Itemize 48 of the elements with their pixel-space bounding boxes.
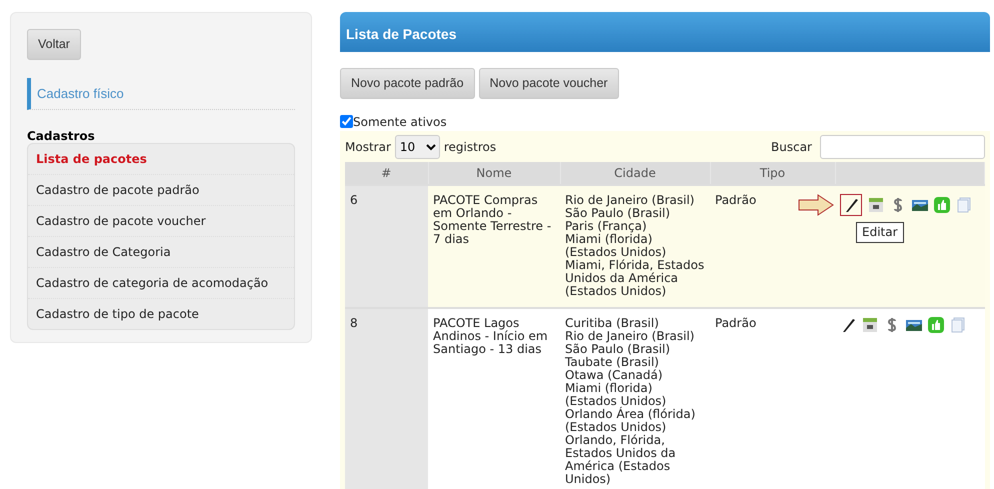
column-header[interactable]: Cidade [560, 162, 710, 185]
table-cell: Padrão [710, 308, 835, 489]
checkbox[interactable] [340, 115, 353, 128]
city-text: Orlando, Flórida, Estados Unidos da América (Estados Unidos) [565, 434, 677, 486]
city-text: Curitiba (Brasil) [565, 316, 660, 330]
pen-icon[interactable] [840, 316, 856, 333]
table-cell: PACOTE Lagos Andinos - Início em Santiago - 13 dias [428, 308, 560, 489]
new-button[interactable]: Novo pacote padrão [340, 68, 475, 99]
search-field[interactable] [820, 134, 985, 159]
table-cell: 8 [345, 308, 428, 489]
city-text: Rio de Janeiro (Brasil) [565, 330, 696, 343]
menu-item[interactable]: Cadastro de categoria de acomodação [28, 268, 294, 300]
city-text: São Paulo (Brasil) [565, 342, 670, 356]
column-header[interactable]: Tipo [710, 162, 835, 185]
city-text: Miami (florida) (Estados Unidos) [565, 382, 668, 408]
filter-label: Somente ativos [353, 114, 447, 131]
back-button[interactable]: Voltar [27, 29, 81, 60]
length-label: registros [444, 138, 496, 156]
city-text: Miami, Flórida, Estados Unidos da América (Estados Unidos) [565, 258, 705, 298]
city-text: Rio de Janeiro (Brasil) [565, 194, 696, 207]
city-text: São Paulo (Brasil) [565, 206, 670, 220]
menu-item[interactable]: Cadastro de Categoria [28, 237, 294, 268]
menu-item[interactable]: Cadastro de tipo de pacote [28, 299, 294, 330]
length-select[interactable]: 10 [394, 134, 440, 159]
menu-item[interactable]: Cadastro de pacote padrão [28, 175, 294, 206]
city-text: Otawa (Canadá) [565, 368, 664, 382]
city-text: Taubate (Brasil) [565, 356, 659, 369]
table-cell: 6 [345, 184, 428, 308]
city-text: Miami (florida) (Estados Unidos) [565, 232, 668, 259]
menu-item[interactable]: Cadastro de pacote voucher [28, 206, 294, 238]
menu-item[interactable]: Lista de pacotes [28, 144, 294, 176]
header-bar: Lista de Pacotes [340, 12, 990, 52]
calendar-icon[interactable] [868, 196, 884, 213]
group-title: Cadastros [27, 130, 96, 144]
pointer-arrow-icon [798, 194, 834, 216]
section-title: Cadastro físico [27, 78, 295, 110]
column-header[interactable]: # [345, 162, 428, 185]
calendar-icon[interactable] [862, 316, 878, 333]
active-filter[interactable]: Somente ativos [340, 112, 990, 131]
city-text: Orlando Área (flórida) (Estados Unidos) [565, 408, 696, 434]
city-text: Paris (França) [565, 220, 647, 233]
tooltip: Editar [856, 222, 904, 243]
thumbs-up-icon[interactable] [934, 196, 950, 213]
column-header[interactable]: Nome [428, 162, 560, 185]
length-label: Mostrar [345, 138, 391, 156]
new-button[interactable]: Novo pacote voucher [478, 68, 619, 99]
thumbs-up-icon[interactable] [928, 316, 944, 333]
search-label: Buscar [771, 138, 812, 156]
